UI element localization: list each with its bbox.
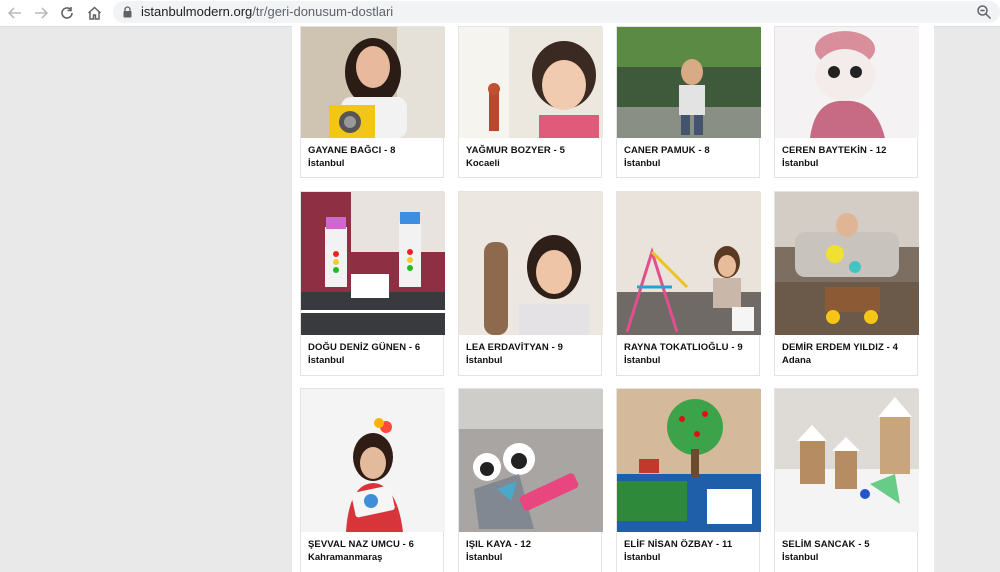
child-name: DEMİR ERDEM YILDIZ - 4 bbox=[782, 342, 899, 353]
gallery-card[interactable]: CEREN BAYTEKİN - 12 İstanbul bbox=[774, 26, 919, 178]
home-icon[interactable] bbox=[84, 3, 104, 23]
gallery-card[interactable]: LEA ERDAVİTYAN - 9 İstanbul bbox=[458, 191, 603, 376]
reload-icon[interactable] bbox=[57, 3, 77, 23]
gallery-card[interactable]: SELİM SANCAK - 5 İstanbul bbox=[774, 388, 919, 572]
gallery-card[interactable]: IŞIL KAYA - 12 İstanbul bbox=[458, 388, 603, 572]
child-photo bbox=[775, 192, 919, 335]
child-city: İstanbul bbox=[624, 355, 661, 366]
child-photo bbox=[459, 27, 603, 138]
gallery-card[interactable]: GAYANE BAĞCI - 8 İstanbul bbox=[300, 26, 445, 178]
child-city: İstanbul bbox=[466, 355, 503, 366]
address-bar[interactable]: istanbulmodern.org/tr/geri-donusum-dostl… bbox=[113, 1, 1000, 23]
child-name: ELİF NİSAN ÖZBAY - 11 bbox=[624, 539, 733, 550]
url-host: istanbulmodern.org bbox=[141, 4, 253, 19]
gallery-card[interactable]: DOĞU DENİZ GÜNEN - 6 İstanbul bbox=[300, 191, 445, 376]
child-photo bbox=[301, 192, 445, 335]
child-photo bbox=[775, 389, 919, 532]
child-name: LEA ERDAVİTYAN - 9 bbox=[466, 342, 563, 353]
child-city: İstanbul bbox=[624, 158, 661, 169]
gallery-card[interactable]: ELİF NİSAN ÖZBAY - 11 İstanbul bbox=[616, 388, 761, 572]
child-city: İstanbul bbox=[782, 158, 819, 169]
child-city: İstanbul bbox=[624, 552, 661, 563]
child-name: IŞIL KAYA - 12 bbox=[466, 539, 532, 550]
child-city: Adana bbox=[782, 355, 812, 366]
child-name: RAYNA TOKATLIOĞLU - 9 bbox=[624, 342, 743, 353]
child-photo bbox=[301, 27, 445, 138]
child-name: GAYANE BAĞCI - 8 bbox=[308, 145, 396, 156]
child-name: CEREN BAYTEKİN - 12 bbox=[782, 145, 887, 156]
child-name: ŞEVVAL NAZ UMCU - 6 bbox=[308, 539, 415, 550]
child-photo bbox=[459, 192, 603, 335]
child-city: Kocaeli bbox=[466, 158, 500, 169]
url-text: istanbulmodern.org/tr/geri-donusum-dostl… bbox=[141, 4, 393, 19]
gallery-card[interactable]: YAĞMUR BOZYER - 5 Kocaeli bbox=[458, 26, 603, 178]
child-city: İstanbul bbox=[308, 355, 345, 366]
child-city: İstanbul bbox=[308, 158, 345, 169]
child-name: SELİM SANCAK - 5 bbox=[782, 539, 870, 550]
child-photo bbox=[775, 27, 919, 138]
url-path: /tr/geri-donusum-dostlari bbox=[252, 4, 394, 19]
lock-icon bbox=[123, 6, 132, 18]
gallery-card[interactable]: RAYNA TOKATLIOĞLU - 9 İstanbul bbox=[616, 191, 761, 376]
child-city: Kahramanmaraş bbox=[308, 552, 383, 563]
zoom-out-icon[interactable] bbox=[976, 4, 992, 20]
back-arrow-icon[interactable] bbox=[5, 3, 25, 23]
forward-arrow-icon[interactable] bbox=[31, 3, 51, 23]
child-photo bbox=[459, 389, 603, 532]
child-photo bbox=[617, 27, 761, 138]
child-name: CANER PAMUK - 8 bbox=[624, 145, 710, 156]
child-city: İstanbul bbox=[466, 552, 503, 563]
browser-toolbar: istanbulmodern.org/tr/geri-donusum-dostl… bbox=[0, 0, 1000, 27]
gallery-card[interactable]: ŞEVVAL NAZ UMCU - 6 Kahramanmaraş bbox=[300, 388, 445, 572]
child-name: YAĞMUR BOZYER - 5 bbox=[466, 145, 566, 156]
gallery-panel: GAYANE BAĞCI - 8 İstanbul YAĞMUR BOZYER -… bbox=[292, 26, 934, 572]
gallery-card[interactable]: DEMİR ERDEM YILDIZ - 4 Adana bbox=[774, 191, 919, 376]
child-name: DOĞU DENİZ GÜNEN - 6 bbox=[308, 342, 421, 353]
child-photo bbox=[617, 192, 761, 335]
gallery-card[interactable]: CANER PAMUK - 8 İstanbul bbox=[616, 26, 761, 178]
child-city: İstanbul bbox=[782, 552, 819, 563]
child-photo bbox=[301, 389, 445, 532]
child-photo bbox=[617, 389, 761, 532]
